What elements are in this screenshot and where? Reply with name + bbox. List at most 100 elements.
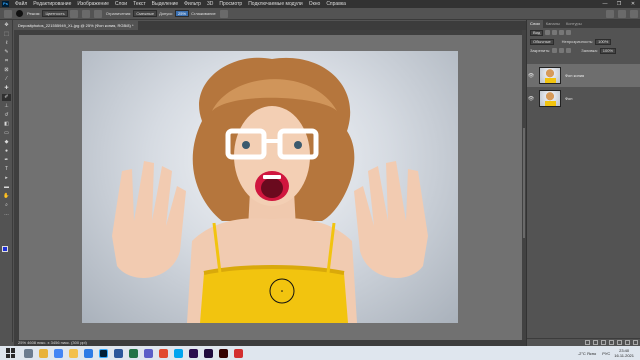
shape-tool-icon[interactable]: ▬ [2,184,11,191]
menu-image[interactable]: Изображение [74,0,112,8]
eye-icon[interactable]: 👁 [527,96,535,102]
zoom-tool-icon[interactable]: ⌕ [2,202,11,209]
filter-shape-icon[interactable] [566,30,572,35]
tolerance-input[interactable]: 25% [175,10,190,17]
menu-window[interactable]: Окно [306,0,324,8]
menu-filter[interactable]: Фильтр [181,0,204,8]
menu-select[interactable]: Выделение [149,0,182,8]
document-image[interactable] [82,51,458,323]
add-mask-icon[interactable] [601,340,606,345]
delete-layer-icon[interactable] [633,340,638,345]
chrome-icon[interactable] [54,348,63,358]
gradient-tool-icon[interactable]: ▭ [2,130,11,137]
language-indicator[interactable]: РУС [602,351,610,356]
mail-icon[interactable] [84,348,93,358]
blur-tool-icon[interactable]: ◆ [2,139,11,146]
layer-name[interactable]: Фон [565,96,572,101]
vertical-ruler[interactable] [14,30,19,340]
menu-file[interactable]: Файл [12,0,30,8]
lock-pixels-icon[interactable] [552,48,558,53]
opacity-input[interactable]: 100% [595,38,612,45]
search-icon[interactable] [24,348,33,358]
store-icon[interactable] [144,348,153,358]
share-icon[interactable] [630,9,638,18]
crop-tool-icon[interactable]: ⌗ [2,58,11,65]
mode-select[interactable]: Цветность [42,10,68,17]
document-tab[interactable]: Depositphotos_221555949_XL.jpg @ 25% (Фо… [14,21,138,30]
sampling-continuous-icon[interactable] [69,9,78,18]
menu-help[interactable]: Справка [323,0,349,8]
acrobat-icon[interactable] [234,348,243,358]
word-icon[interactable] [114,348,123,358]
eyedropper-tool-icon[interactable]: ⁄ [2,76,11,83]
layer-style-icon[interactable] [593,340,598,345]
layer-name[interactable]: Фон копия [565,73,584,78]
new-layer-icon[interactable] [625,340,630,345]
foreground-color-swatch[interactable] [2,246,8,252]
menu-type[interactable]: Текст [130,0,149,8]
close-button[interactable]: ✕ [626,0,640,8]
type-tool-icon[interactable]: T [2,166,11,173]
layer-row-background-copy[interactable]: 👁 Фон копия [527,64,640,87]
folder-icon[interactable] [69,348,78,358]
eraser-tool-icon[interactable]: ◧ [2,121,11,128]
start-button[interactable] [6,348,16,358]
menu-view[interactable]: Просмотр [216,0,245,8]
new-group-icon[interactable] [617,340,622,345]
healing-tool-icon[interactable]: ✚ [2,85,11,92]
browser-icon[interactable] [174,348,183,358]
history-brush-tool-icon[interactable]: ↺ [2,112,11,119]
filter-type-icon[interactable] [559,30,565,35]
frame-tool-icon[interactable]: ⊠ [2,67,11,74]
path-select-tool-icon[interactable]: ▸ [2,175,11,182]
brush-preset-picker[interactable] [16,10,23,17]
horizontal-ruler[interactable] [14,30,526,35]
menu-plugins[interactable]: Подключаемые модули [245,0,305,8]
sampling-once-icon[interactable] [81,9,90,18]
filter-pixel-icon[interactable] [545,30,551,35]
layer-filter-select[interactable]: Вид [530,29,544,36]
illustrator-icon[interactable] [219,348,228,358]
tab-paths[interactable]: Контуры [563,20,585,28]
sampling-swatch-icon[interactable] [93,9,102,18]
quick-select-tool-icon[interactable]: ✎ [2,49,11,56]
layer-row-background[interactable]: 👁 Фон [527,87,640,110]
pen-tool-icon[interactable]: ✒ [2,157,11,164]
excel-icon[interactable] [129,348,138,358]
blend-mode-select[interactable]: Обычные [530,38,554,45]
search-icon[interactable] [606,9,614,18]
link-layers-icon[interactable] [585,340,590,345]
hand-tool-icon[interactable]: ✋ [2,193,11,200]
menu-3d[interactable]: 3D [204,0,216,8]
menu-layers[interactable]: Слои [112,0,130,8]
filter-adjust-icon[interactable] [552,30,558,35]
dodge-tool-icon[interactable]: ● [2,148,11,155]
premiere-icon[interactable] [189,348,198,358]
marquee-tool-icon[interactable]: ⬚ [2,31,11,38]
color-replacement-tool-icon[interactable]: ✐ [2,94,11,101]
stamp-tool-icon[interactable]: ⊥ [2,103,11,110]
adjustment-layer-icon[interactable] [609,340,614,345]
photoshop-taskbar-icon[interactable] [99,348,108,358]
antialias-checkbox[interactable]: Сглаживание [191,11,216,16]
more-tools-icon[interactable]: … [2,211,11,218]
vertical-scrollbar-thumb[interactable] [523,128,525,238]
lasso-tool-icon[interactable]: ℓ [2,40,11,47]
aftereffects-icon[interactable] [204,348,213,358]
maximize-button[interactable]: ❐ [612,0,626,8]
workspace-icon[interactable] [618,9,626,18]
lock-all-icon[interactable] [566,48,572,53]
explorer-icon[interactable] [39,348,48,358]
clock[interactable]: 23:40 16.11.2021 [614,348,634,358]
tab-channels[interactable]: Каналы [543,20,563,28]
home-icon[interactable] [4,9,12,18]
minimize-button[interactable]: — [598,0,612,8]
tab-layers[interactable]: Слои [527,20,543,28]
fill-input[interactable]: 100% [599,47,617,54]
pressure-icon[interactable] [219,9,228,18]
eye-icon[interactable]: 👁 [527,73,535,79]
lock-position-icon[interactable] [559,48,565,53]
move-tool-icon[interactable]: ✥ [2,22,11,29]
weather-widget[interactable]: -2°C Ясно [578,351,596,356]
menu-edit[interactable]: Редактирование [30,0,74,8]
